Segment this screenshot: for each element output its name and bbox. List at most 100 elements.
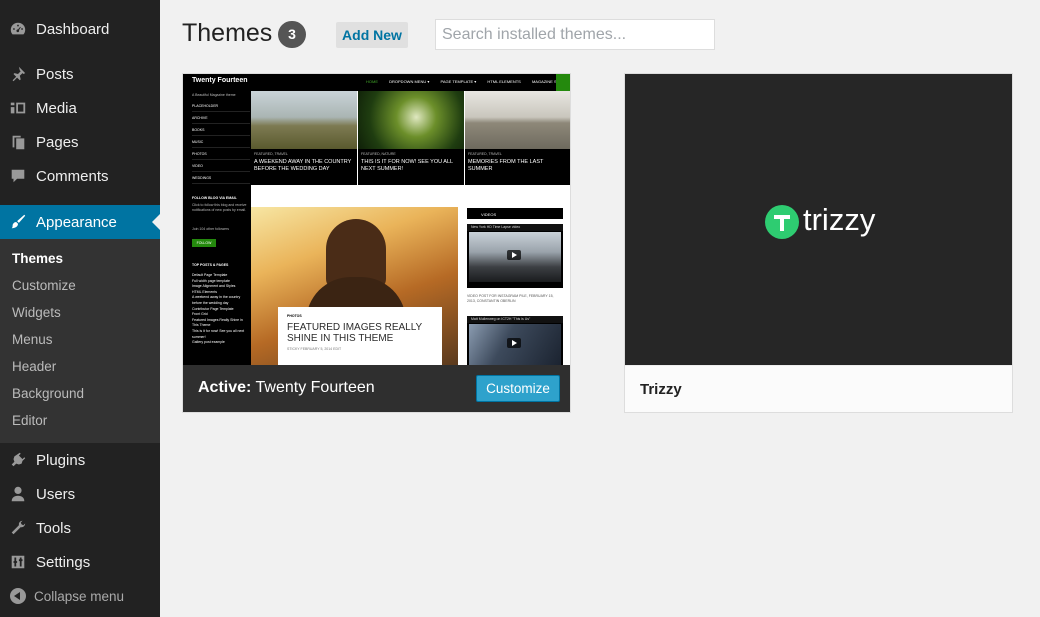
preview-video-meta: VIDEO POST FOR INSTAGRAM PILE, FEBRUARY … — [467, 294, 554, 303]
theme-name-bar: Trizzy — [625, 365, 1012, 412]
preview-featured-kicker: FEATURED, TRAVEL — [468, 152, 502, 156]
theme-card-active[interactable]: Twenty Fourteen HOME DROPDOWN MENU ▾ PAG… — [182, 73, 571, 413]
active-theme-bar: Active: Twenty Fourteen Customize — [183, 365, 570, 412]
preview-nav: HOME DROPDOWN MENU ▾ PAGE TEMPLATE ▾ HTM… — [366, 79, 570, 84]
sidebar-item-posts[interactable]: Posts — [0, 57, 160, 91]
pages-icon — [8, 132, 28, 152]
sidebar-item-label: Users — [36, 485, 76, 503]
sidebar-item-comments[interactable]: Comments — [0, 159, 160, 193]
preview-featured-caption: FEATURED, TRAVEL MEMORIES FROM THE LAST … — [465, 149, 570, 185]
preview-featured-kicker: FEATURED, TRAVEL — [254, 152, 288, 156]
theme-screenshot[interactable]: Twenty Fourteen HOME DROPDOWN MENU ▾ PAG… — [183, 74, 570, 365]
sidebar-item-label: Media — [36, 99, 77, 117]
sidebar-item-label: Settings — [36, 553, 91, 571]
sliders-icon — [8, 552, 28, 572]
sidebar-item-dashboard[interactable]: Dashboard — [0, 12, 160, 46]
collapse-menu-label: Collapse menu — [34, 588, 125, 604]
preview-featured-caption: FEATURED, NATURE THIS IS IT FOR NOW! SEE… — [358, 149, 464, 185]
dashboard-icon — [8, 19, 28, 39]
submenu-background[interactable]: Background — [12, 384, 84, 404]
preview-follow-count: Join 104 other followers — [192, 227, 229, 231]
preview-featured-image — [251, 91, 357, 149]
preview-video-title: New York HD Time Lapse video — [467, 224, 563, 231]
play-icon — [507, 250, 521, 260]
active-theme-name: Twenty Fourteen — [255, 379, 375, 396]
preview-search-icon — [556, 74, 570, 91]
preview-nav-item: HTML ELEMENTS — [487, 79, 521, 84]
preview-brand: Twenty Fourteen — [192, 77, 248, 84]
preview-recent-title: TOP POSTS & PAGES — [192, 263, 229, 267]
sidebar-item-users[interactable]: Users — [0, 477, 160, 511]
search-themes-input[interactable] — [435, 19, 715, 50]
preview-nav-item: PAGE TEMPLATE ▾ — [440, 79, 477, 84]
preview-videos-heading: VIDEOS — [467, 208, 563, 219]
preview-menu-item: PHOTOS — [192, 149, 250, 160]
preview-video: New York HD Time Lapse video — [467, 224, 563, 288]
sidebar-item-label: Posts — [36, 65, 74, 83]
preview-video-title: Matt Mullenweg on ICT2H "This is Us" — [467, 316, 563, 323]
preview-menu-item: ARCHIVE — [192, 113, 250, 124]
preview-menu-item: WEDDINGS — [192, 173, 250, 184]
theme-card-trizzy[interactable]: trizzy Trizzy — [624, 73, 1013, 413]
preview-follow-title: FOLLOW BLOG VIA EMAIL — [192, 196, 237, 200]
preview-follow-text: Click to follow this blog and receive no… — [192, 203, 247, 212]
page-title: Themes — [182, 19, 273, 47]
sidebar-item-settings[interactable]: Settings — [0, 545, 160, 579]
pin-icon — [8, 64, 28, 84]
media-icon — [8, 98, 28, 118]
sidebar-item-media[interactable]: Media — [0, 91, 160, 125]
sidebar-item-label: Plugins — [36, 451, 86, 469]
preview-nav-item: HOME — [366, 79, 378, 84]
sidebar-item-appearance[interactable]: Appearance — [0, 205, 160, 239]
add-new-button[interactable]: Add New — [336, 22, 408, 48]
preview-video: Matt Mullenweg on ICT2H "This is Us" — [467, 316, 563, 365]
brush-icon — [8, 212, 28, 232]
trizzy-logo-icon — [765, 205, 799, 239]
theme-count-badge: 3 — [278, 21, 306, 48]
user-icon — [8, 484, 28, 504]
current-indicator — [152, 214, 160, 230]
preview-menu-item: VIDEO — [192, 161, 250, 172]
preview-recent-item: Gallery post example — [192, 340, 225, 345]
sidebar-item-label: Pages — [36, 133, 79, 151]
preview-post-meta: STICKY FEBRUARY 5, 2014 EDIT — [287, 347, 342, 351]
preview-header: Twenty Fourteen HOME DROPDOWN MENU ▾ PAG… — [183, 74, 570, 91]
sidebar-item-plugins[interactable]: Plugins — [0, 443, 160, 477]
preview-recent-item: This is it for now! See you all next sum… — [192, 328, 245, 339]
preview-follow-button: FOLLOW — [192, 239, 216, 247]
collapse-icon — [10, 588, 26, 604]
submenu-editor[interactable]: Editor — [12, 411, 47, 431]
submenu-themes[interactable]: Themes — [12, 249, 63, 269]
wrench-icon — [8, 518, 28, 538]
sidebar-item-pages[interactable]: Pages — [0, 125, 160, 159]
preview-recent-item: Featured Images Really Shine in This The… — [192, 317, 243, 328]
submenu-header[interactable]: Header — [12, 357, 56, 377]
active-theme-label: Active: Twenty Fourteen — [198, 379, 375, 397]
preview-featured-caption: FEATURED, TRAVEL A WEEKEND AWAY IN THE C… — [251, 149, 357, 185]
customize-button[interactable]: Customize — [476, 375, 560, 402]
comment-icon — [8, 166, 28, 186]
preview-featured-title: MEMORIES FROM THE LAST SUMMER — [468, 159, 544, 172]
sidebar-item-label: Dashboard — [36, 20, 110, 38]
preview-post-title: FEATURED IMAGES REALLY SHINE IN THIS THE… — [287, 322, 423, 344]
submenu-customize[interactable]: Customize — [12, 276, 76, 296]
preview-tagline: A Beautiful Magazine theme — [192, 93, 236, 97]
play-icon — [507, 338, 521, 348]
appearance-submenu: Themes Customize Widgets Menus Header Ba… — [0, 239, 160, 443]
sidebar-item-label: Tools — [36, 519, 72, 537]
collapse-menu-button[interactable]: Collapse menu — [0, 582, 160, 610]
preview-recent-list: Default Page Template Full width page te… — [192, 273, 247, 346]
preview-menu-item: MUSIC — [192, 137, 250, 148]
preview-left-sidebar: A Beautiful Magazine theme PLACEHOLDER A… — [183, 91, 251, 365]
sidebar-item-tools[interactable]: Tools — [0, 511, 160, 545]
preview-post-kicker: PHOTOS — [287, 314, 302, 318]
preview-featured-kicker: FEATURED, NATURE — [361, 152, 396, 156]
plug-icon — [8, 450, 28, 470]
preview-recent-item: A weekend away in the country before the… — [192, 295, 241, 305]
theme-name: Trizzy — [640, 381, 682, 398]
submenu-menus[interactable]: Menus — [12, 330, 53, 350]
preview-nav-item: DROPDOWN MENU ▾ — [389, 79, 430, 84]
theme-screenshot[interactable]: trizzy — [625, 74, 1012, 365]
submenu-widgets[interactable]: Widgets — [12, 303, 61, 323]
preview-menu-item: PLACEHOLDER — [192, 101, 250, 112]
